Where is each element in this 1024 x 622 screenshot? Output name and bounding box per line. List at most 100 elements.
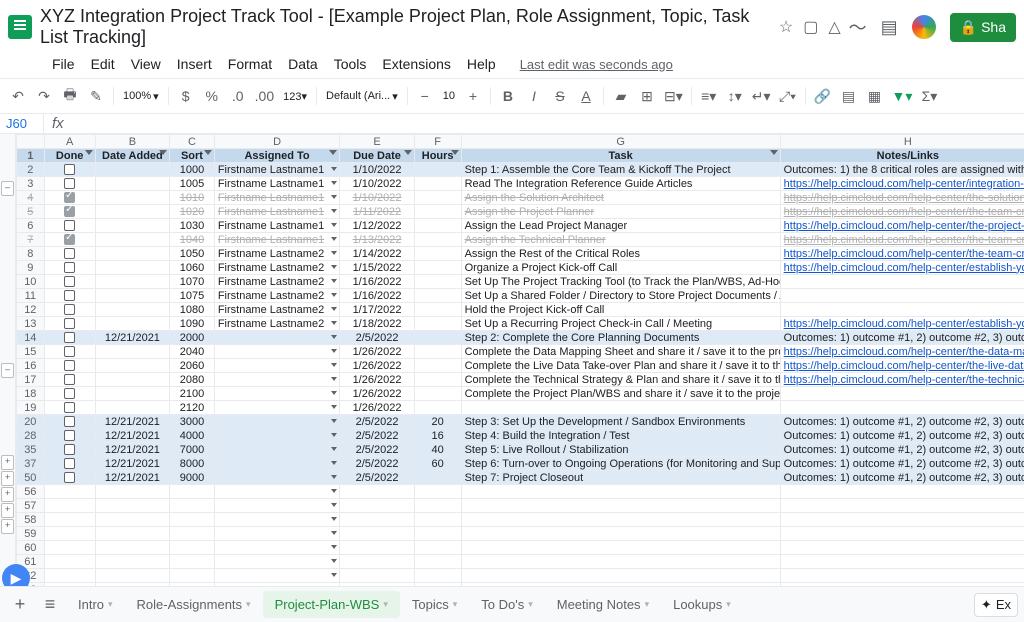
assign-cell[interactable]: Firstname Lastname1	[214, 205, 340, 219]
assign-cell[interactable]: Firstname Lastname2	[214, 303, 340, 317]
task-cell[interactable]: Assign the Rest of the Critical Roles	[461, 247, 780, 261]
undo-button[interactable]: ↶	[6, 83, 30, 109]
paint-format-button[interactable]: ✎	[84, 83, 108, 109]
assign-cell[interactable]	[214, 401, 340, 415]
checkbox[interactable]	[64, 472, 75, 483]
task-cell[interactable]: Complete the Project Plan/WBS and share …	[461, 387, 780, 401]
menu-format[interactable]: Format	[222, 54, 278, 74]
sheet-tab[interactable]: To Do's ▾	[469, 591, 544, 618]
currency-button[interactable]: $	[174, 83, 198, 109]
wrap-button[interactable]: ↵▾	[749, 83, 774, 109]
header-notes[interactable]: Notes/Links	[780, 149, 1024, 163]
last-edit[interactable]: Last edit was seconds ago	[514, 55, 679, 74]
row-number[interactable]: 16	[17, 359, 45, 373]
task-cell[interactable]: Organize a Project Kick-off Call	[461, 261, 780, 275]
task-cell[interactable]	[461, 513, 780, 527]
row-number[interactable]: 11	[17, 289, 45, 303]
header-task[interactable]: Task	[461, 149, 780, 163]
row-number[interactable]: 17	[17, 373, 45, 387]
font-select[interactable]: Default (Ari... ▾	[322, 90, 402, 103]
sheets-logo[interactable]	[8, 14, 32, 40]
merge-button[interactable]: ⊟▾	[661, 83, 686, 109]
menu-help[interactable]: Help	[461, 54, 502, 74]
task-cell[interactable]: Set Up a Recurring Project Check-in Call…	[461, 317, 780, 331]
header-sort[interactable]: Sort	[170, 149, 215, 163]
notes-link[interactable]: https://help.cimcloud.com/help-center/th…	[784, 374, 1024, 386]
assign-cell[interactable]	[214, 359, 340, 373]
notes-link[interactable]: https://help.cimcloud.com/help-center/in…	[784, 178, 1024, 190]
add-sheet-button[interactable]: +	[6, 591, 34, 619]
row-number[interactable]: 3	[17, 177, 45, 191]
col-header[interactable]: F	[414, 135, 461, 149]
notes-link[interactable]: https://help.cimcloud.com/help-center/th…	[784, 192, 1024, 204]
cloud-icon[interactable]: △	[828, 17, 840, 37]
checkbox[interactable]	[64, 360, 75, 371]
header-hours[interactable]: Hours	[414, 149, 461, 163]
fontsize-inc[interactable]: +	[461, 83, 485, 109]
task-cell[interactable]: Step 1: Assemble the Core Team & Kickoff…	[461, 163, 780, 177]
row-number[interactable]: 14	[17, 331, 45, 345]
assign-cell[interactable]	[214, 471, 340, 485]
row-number[interactable]: 2	[17, 163, 45, 177]
assign-cell[interactable]	[214, 513, 340, 527]
assign-cell[interactable]	[214, 569, 340, 583]
move-icon[interactable]: ▢	[803, 17, 818, 37]
assign-cell[interactable]	[214, 443, 340, 457]
row-number[interactable]: 35	[17, 443, 45, 457]
assign-cell[interactable]: Firstname Lastname2	[214, 317, 340, 331]
row-number[interactable]: 13	[17, 317, 45, 331]
menu-edit[interactable]: Edit	[85, 54, 121, 74]
col-header[interactable]: G	[461, 135, 780, 149]
task-cell[interactable]: Read The Integration Reference Guide Art…	[461, 177, 780, 191]
notes-link[interactable]: https://help.cimcloud.com/help-center/th…	[784, 234, 1024, 246]
format-select[interactable]: 123▾	[279, 90, 311, 103]
share-button[interactable]: 🔒 Sha	[950, 13, 1016, 42]
assign-cell[interactable]: Firstname Lastname1	[214, 219, 340, 233]
checkbox[interactable]	[64, 416, 75, 427]
row-number[interactable]: 18	[17, 387, 45, 401]
assign-cell[interactable]	[214, 485, 340, 499]
col-header[interactable]: D	[214, 135, 340, 149]
col-header[interactable]: A	[44, 135, 95, 149]
row-number[interactable]: 28	[17, 429, 45, 443]
row-number[interactable]: 4	[17, 191, 45, 205]
header-done[interactable]: Done	[44, 149, 95, 163]
fontsize-dec[interactable]: −	[413, 83, 437, 109]
redo-button[interactable]: ↷	[32, 83, 56, 109]
checkbox[interactable]	[64, 318, 75, 329]
italic-button[interactable]: I	[522, 83, 546, 109]
notes-link[interactable]: https://help.cimcloud.com/help-center/th…	[784, 248, 1024, 260]
task-cell[interactable]	[461, 499, 780, 513]
row-number[interactable]: 10	[17, 275, 45, 289]
row-number[interactable]: 6	[17, 219, 45, 233]
col-header[interactable]: B	[95, 135, 169, 149]
row-number[interactable]: 20	[17, 415, 45, 429]
star-icon[interactable]: ☆	[779, 17, 793, 37]
dec-decrease-button[interactable]: .0	[226, 83, 250, 109]
checkbox[interactable]	[64, 402, 75, 413]
comments-icon[interactable]: ▤	[881, 17, 898, 38]
menu-tools[interactable]: Tools	[328, 54, 373, 74]
bold-button[interactable]: B	[496, 83, 520, 109]
task-cell[interactable]	[461, 569, 780, 583]
notes-link[interactable]: https://help.cimcloud.com/help-center/th…	[784, 220, 1024, 232]
row-number[interactable]: 19	[17, 401, 45, 415]
expand-group[interactable]: +	[1, 455, 14, 470]
zoom-select[interactable]: 100% ▾	[119, 90, 163, 103]
task-cell[interactable]	[461, 485, 780, 499]
row-number[interactable]: 60	[17, 541, 45, 555]
task-cell[interactable]: Complete the Data Mapping Sheet and shar…	[461, 345, 780, 359]
borders-button[interactable]: ⊞	[635, 83, 659, 109]
checkbox[interactable]	[64, 178, 75, 189]
checkbox[interactable]	[64, 444, 75, 455]
assign-cell[interactable]	[214, 429, 340, 443]
sheet-tab[interactable]: Intro ▾	[66, 591, 125, 618]
assign-cell[interactable]: Firstname Lastname2	[214, 261, 340, 275]
menu-view[interactable]: View	[125, 54, 167, 74]
notes-link[interactable]: https://help.cimcloud.com/help-center/th…	[784, 206, 1024, 218]
col-header[interactable]: H	[780, 135, 1024, 149]
row-number[interactable]: 9	[17, 261, 45, 275]
collapse-group[interactable]: –	[1, 363, 14, 378]
assign-cell[interactable]	[214, 527, 340, 541]
sheet-tab[interactable]: Project-Plan-WBS ▾	[263, 591, 400, 618]
